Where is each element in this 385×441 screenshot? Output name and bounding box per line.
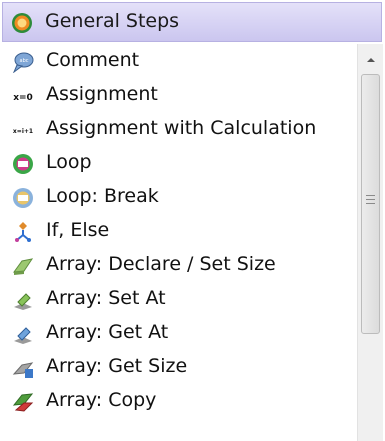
- loop-break-icon: [13, 188, 33, 208]
- list-item-label: Comment: [46, 49, 140, 71]
- list-item-label: Array: Get At: [46, 321, 169, 343]
- steps-list: abc Comment x=0 Assignment x=i+1 Assignm…: [2, 44, 357, 441]
- list-item-label: Assignment: [46, 83, 158, 105]
- general-steps-panel: General Steps abc Comment x=0 Assignment…: [0, 0, 385, 441]
- list-item-array-declare-set-size[interactable]: Array: Declare / Set Size: [2, 248, 357, 282]
- list-item-if-else[interactable]: If, Else: [2, 214, 357, 248]
- list-item-loop-break[interactable]: Loop: Break: [2, 180, 357, 214]
- array-get-size-icon: [12, 362, 34, 378]
- panel-header[interactable]: General Steps: [2, 2, 382, 42]
- list-item-label: Array: Get Size: [46, 355, 188, 377]
- scroll-up-arrow-icon[interactable]: [363, 52, 379, 68]
- thumb-grip-line: [366, 199, 375, 200]
- if-else-icon: [15, 222, 31, 242]
- list-item-array-get-at[interactable]: Array: Get At: [2, 316, 357, 350]
- list-item-assignment-with-calculation[interactable]: x=i+1 Assignment with Calculation: [2, 112, 357, 146]
- list-item-label: Array: Copy: [46, 389, 157, 411]
- array-declare-icon: [12, 258, 34, 275]
- list-item-array-get-size[interactable]: Array: Get Size: [2, 350, 357, 384]
- list-item-label: Array: Declare / Set Size: [46, 253, 276, 275]
- list-item-label: Loop: [46, 151, 92, 173]
- list-item-label: Array: Set At: [46, 287, 166, 309]
- loop-icon: [13, 154, 33, 174]
- svg-text:abc: abc: [20, 58, 29, 64]
- comment-icon: abc: [13, 52, 34, 73]
- list-item-loop[interactable]: Loop: [2, 146, 357, 180]
- calculation-icon: x=i+1: [13, 128, 33, 135]
- list-item-array-copy[interactable]: Array: Copy: [2, 384, 357, 418]
- assignment-icon: x=0: [13, 93, 33, 103]
- list-item-label: Assignment with Calculation: [46, 117, 317, 139]
- svg-text:x=i+1: x=i+1: [13, 128, 33, 135]
- list-item-array-set-at[interactable]: Array: Set At: [2, 282, 357, 316]
- list-item-label: If, Else: [46, 219, 110, 241]
- thumb-grip-line: [366, 203, 375, 204]
- list-item-label: Loop: Break: [46, 185, 159, 207]
- green-circle-icon: [12, 13, 32, 33]
- panel-title: General Steps: [45, 10, 180, 32]
- vertical-scrollbar[interactable]: [357, 44, 383, 441]
- list-item-assignment[interactable]: x=0 Assignment: [2, 78, 357, 112]
- list-item-comment[interactable]: abc Comment: [2, 44, 357, 78]
- svg-text:x=0: x=0: [13, 93, 33, 103]
- array-get-at-icon: [14, 327, 32, 344]
- thumb-grip-line: [366, 195, 375, 196]
- array-set-at-icon: [14, 293, 32, 310]
- scrollbar-thumb[interactable]: [361, 74, 380, 334]
- array-copy-icon: [12, 393, 34, 412]
